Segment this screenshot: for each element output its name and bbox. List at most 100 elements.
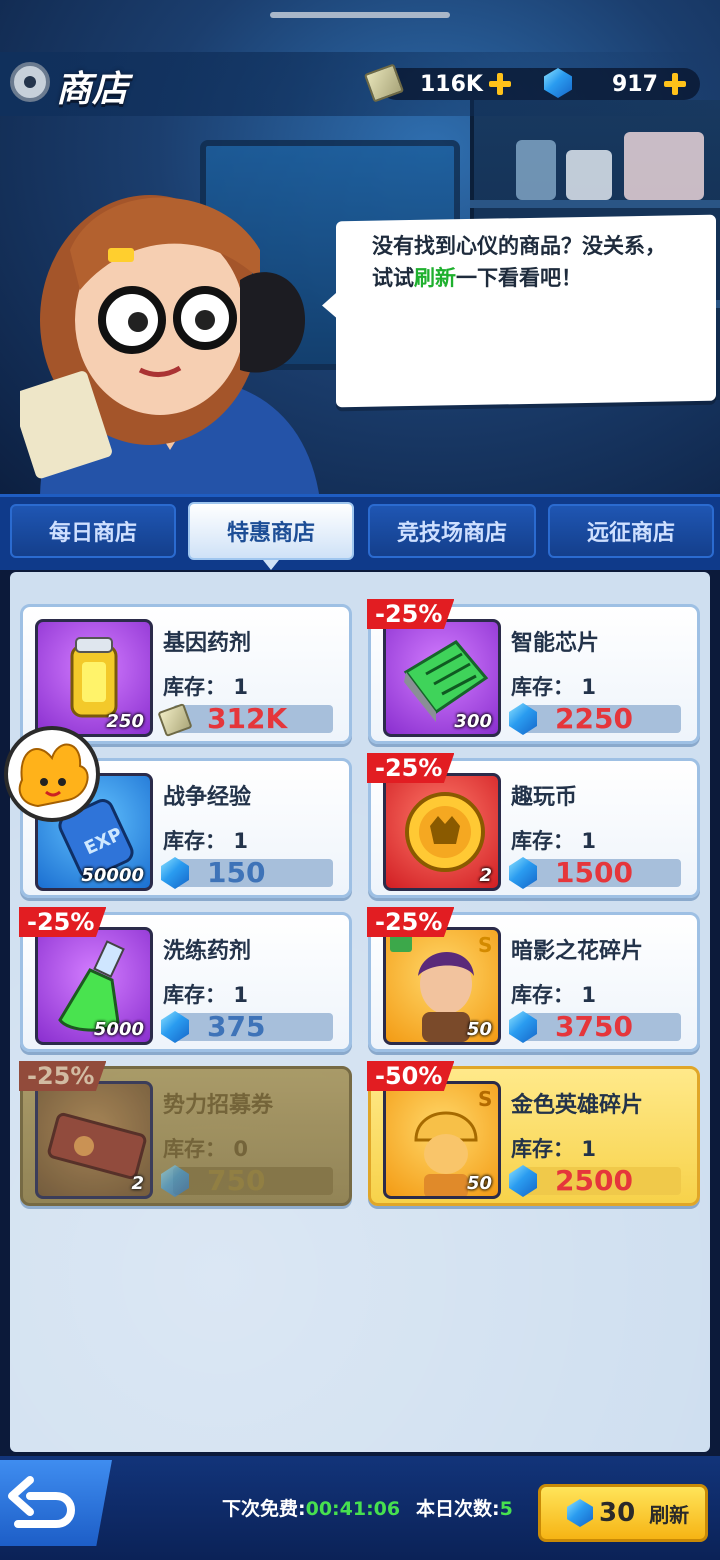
next-free-refresh: 下次免费:00:41:06 (222, 1494, 400, 1521)
item-name: 洗练药剂 (163, 939, 252, 964)
gem-icon (509, 1011, 537, 1043)
stock-label: 库存： (163, 675, 226, 699)
item-name: 势力招募券 (163, 1093, 274, 1118)
stock-label: 库存： (163, 829, 226, 853)
gem-icon (509, 703, 537, 735)
add-cash-icon[interactable] (488, 73, 511, 95)
speech-text: 没有找到心仪的商品？没关系，试试刷新一下看看吧！ (372, 230, 682, 294)
item-icon-box: 250 (35, 619, 153, 737)
item-stock: 库存： 1 (511, 671, 596, 701)
shop-item-card[interactable]: S 50 -25% 暗影之花碎片 库存： 1 3750 (367, 907, 700, 1052)
item-name: 战争经验 (163, 785, 252, 810)
shop-item-card[interactable]: S 50 -50% 金色英雄碎片 库存： 1 2500 (367, 1061, 700, 1206)
back-button[interactable] (0, 1460, 112, 1546)
item-quantity: 50 (466, 1173, 492, 1194)
item-price: 312K (207, 702, 288, 735)
gem-icon (509, 857, 537, 889)
gem-icon (544, 68, 572, 98)
item-quantity: 250 (106, 711, 144, 732)
item-icon-box: S 50 (383, 927, 501, 1045)
stock-label: 库存： (511, 829, 574, 853)
item-name: 智能芯片 (511, 631, 600, 656)
item-icon-box: 5000 (35, 927, 153, 1045)
item-name: 暗影之花碎片 (511, 939, 644, 964)
tab-daily-shop[interactable]: 每日商店 (10, 504, 176, 558)
stock-label: 库存： (163, 983, 226, 1007)
stock-value: 0 (233, 1137, 248, 1161)
item-quantity: 5000 (93, 1019, 144, 1040)
gem-amount-row: 917 (612, 68, 686, 100)
tab-arena-shop[interactable]: 竞技场商店 (368, 504, 536, 558)
item-icon-box: 2 (35, 1081, 153, 1199)
shop-item-card[interactable]: 300 -25% 智能芯片 库存： 1 2250 (367, 599, 700, 744)
shopkeeper-portrait (20, 195, 320, 500)
floating-assistant-avatar[interactable] (4, 726, 100, 822)
svg-text:S: S (478, 933, 492, 957)
cash-amount-row: 116K (420, 68, 511, 100)
stock-label: 库存： (511, 675, 574, 699)
item-price: 750 (207, 1164, 266, 1197)
svg-text:S: S (478, 1087, 492, 1111)
item-price: 375 (207, 1010, 266, 1043)
item-price: 150 (207, 856, 266, 889)
item-name: 金色英雄碎片 (511, 1093, 644, 1118)
stock-value: 1 (581, 675, 596, 699)
gear-icon (10, 62, 50, 102)
stock-label: 库存： (163, 1137, 226, 1161)
tab-special-shop[interactable]: 特惠商店 (188, 502, 354, 570)
back-arrow-icon (8, 1476, 75, 1528)
refresh-cost: 30 (599, 1498, 636, 1528)
refresh-label: 刷新 (649, 1502, 690, 1527)
refresh-button[interactable]: 30 刷新 (538, 1484, 708, 1542)
gem-icon (509, 1165, 537, 1197)
add-gems-icon[interactable] (663, 73, 686, 95)
shop-item-card[interactable]: 2 -25% 趣玩币 库存： 1 1500 (367, 753, 700, 898)
gem-icon (567, 1499, 593, 1527)
item-price: 1500 (555, 856, 633, 889)
item-stock: 库存： 1 (163, 825, 248, 855)
discount-badge: -25% (367, 599, 455, 629)
stock-label: 库存： (511, 983, 574, 1007)
item-name: 趣玩币 (511, 785, 578, 810)
item-quantity: 300 (454, 711, 492, 732)
item-price: 3750 (555, 1010, 633, 1043)
item-stock: 库存： 1 (511, 979, 596, 1009)
free-label: 下次免费: (222, 1498, 306, 1520)
speech-highlight: 刷新 (414, 266, 456, 290)
cash-amount: 116K (420, 71, 483, 97)
item-icon-box: 300 (383, 619, 501, 737)
tab-expedition-shop[interactable]: 远征商店 (548, 504, 714, 558)
discount-badge: -25% (19, 1061, 107, 1091)
stock-value: 1 (233, 829, 248, 853)
item-stock: 库存： 1 (511, 825, 596, 855)
item-stock: 库存： 0 (163, 1133, 248, 1163)
item-price: 2500 (555, 1164, 633, 1197)
discount-badge: -25% (367, 753, 455, 783)
item-price: 2250 (555, 702, 633, 735)
stock-label: 库存： (511, 1137, 574, 1161)
shop-item-card-sold-out[interactable]: 2 -25% 势力招募券 库存： 0 750 (19, 1061, 352, 1206)
speech-text-part2: 一下看看吧！ (456, 266, 582, 290)
shop-item-card[interactable]: 5000 -25% 洗练药剂 库存： 1 375 (19, 907, 352, 1052)
gem-amount: 917 (612, 71, 658, 97)
item-quantity: 50000 (81, 865, 144, 886)
shelf-divider (470, 200, 720, 208)
mascot-icon (18, 743, 89, 808)
item-stock: 库存： 1 (163, 671, 248, 701)
item-name: 基因药剂 (163, 631, 252, 656)
item-icon-box: 2 (383, 773, 501, 891)
stock-value: 1 (581, 829, 596, 853)
gem-icon (161, 1165, 189, 1197)
count-value: 5 (499, 1498, 513, 1520)
item-icon-box: S 50 (383, 1081, 501, 1199)
discount-badge: -25% (19, 907, 107, 937)
item-quantity: 50 (466, 1019, 492, 1040)
item-quantity: 2 (479, 865, 492, 886)
jar-decoration (516, 140, 556, 200)
box-decoration (624, 132, 704, 200)
item-stock: 库存： 1 (511, 1133, 596, 1163)
daily-refresh-count: 本日次数:5 (416, 1494, 513, 1521)
stock-value: 1 (233, 983, 248, 1007)
stock-value: 1 (581, 983, 596, 1007)
shop-item-card[interactable]: 250 基因药剂 库存： 1 312K (20, 604, 352, 744)
